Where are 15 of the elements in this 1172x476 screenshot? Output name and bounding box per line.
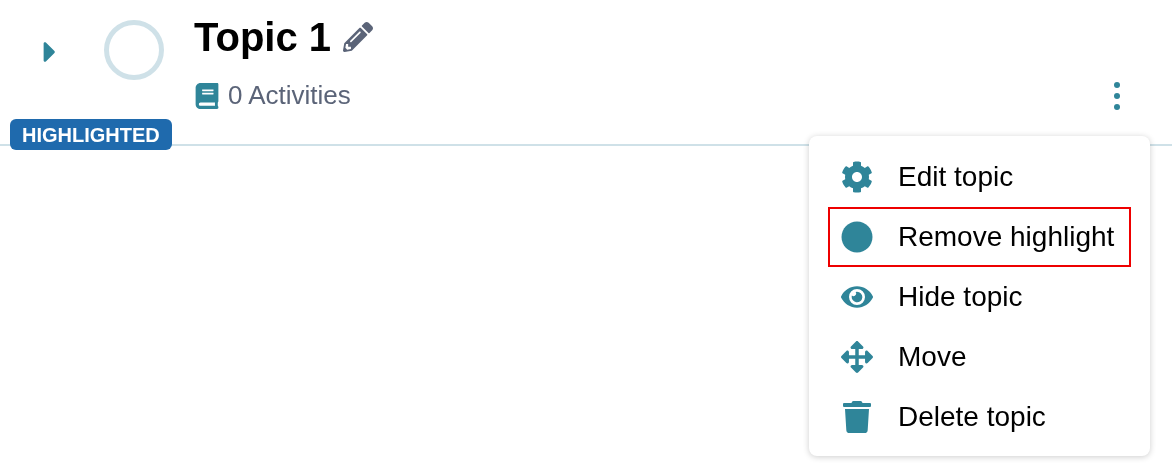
menu-item[interactable]: Remove highlight <box>828 207 1131 267</box>
menu-item[interactable]: Hide topic <box>828 267 1131 327</box>
circle-icon <box>840 221 874 253</box>
book-icon <box>194 82 220 109</box>
progress-ring-icon <box>104 20 164 80</box>
menu-item[interactable]: Delete topic <box>828 387 1131 447</box>
pencil-icon[interactable] <box>343 22 374 52</box>
highlighted-badge: HIGHLIGHTED <box>10 119 172 150</box>
menu-item[interactable]: Move <box>828 327 1131 387</box>
move-icon <box>840 341 874 373</box>
gear-icon <box>840 161 874 193</box>
activities-count: 0 Activities <box>228 79 351 112</box>
topic-title: Topic 1 <box>194 14 332 61</box>
menu-item[interactable]: Edit topic <box>828 147 1131 207</box>
trash-icon <box>840 401 874 433</box>
